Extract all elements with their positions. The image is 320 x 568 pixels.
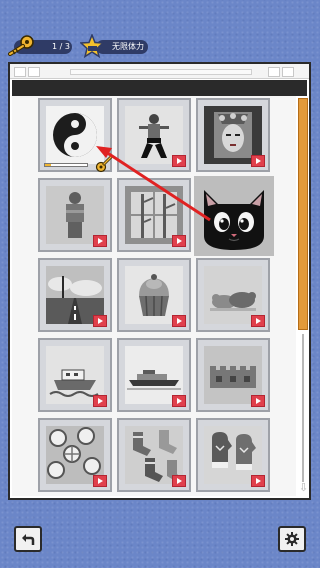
panel-header	[12, 80, 307, 96]
gear-icon	[285, 532, 299, 546]
progress-fill	[45, 164, 52, 166]
gallery-tile-bamboo[interactable]	[117, 178, 191, 252]
panel-titlebar	[10, 64, 309, 79]
play-video-icon	[251, 315, 265, 327]
stamina-label: 无限体力	[112, 42, 144, 51]
top-status-bar: 1 / 3 无限体力	[0, 32, 320, 58]
gallery-tile-opera-mask[interactable]	[196, 98, 270, 172]
key-icon	[8, 35, 34, 56]
gallery-tile-boat[interactable]	[38, 338, 112, 412]
star-icon	[80, 34, 104, 58]
gallery-tile-mittens[interactable]	[196, 418, 270, 492]
titlebar-box	[28, 67, 40, 77]
play-video-icon	[251, 395, 265, 407]
gallery-tile-ship[interactable]	[117, 338, 191, 412]
scrollbar[interactable]: ⇩	[298, 98, 309, 496]
titlebar-box	[14, 67, 26, 77]
key-icon	[95, 155, 113, 173]
play-video-icon	[93, 395, 107, 407]
gallery-tile-cupcake[interactable]	[117, 258, 191, 332]
cat-icon	[194, 176, 274, 256]
titlebar-line	[70, 69, 252, 75]
titlebar-box	[282, 67, 294, 77]
scroll-thumb[interactable]	[298, 98, 308, 330]
scroll-track[interactable]	[302, 334, 304, 482]
gallery-tile-yin-yang[interactable]	[38, 98, 113, 173]
gallery-tile-socks-pattern[interactable]	[117, 418, 191, 492]
play-video-icon	[172, 395, 186, 407]
back-button[interactable]	[14, 526, 42, 552]
play-video-icon	[93, 315, 107, 327]
tile-progress-bar	[44, 163, 88, 167]
gallery-tile-citrus-pattern[interactable]	[38, 418, 112, 492]
key-count-text: 1 / 3	[52, 42, 70, 51]
gallery-tile-sleeping-cats[interactable]	[196, 258, 270, 332]
gallery-tile-kung-fu-fighter[interactable]	[117, 98, 191, 172]
play-video-icon	[93, 235, 107, 247]
gallery-tile-terracotta-warrior[interactable]	[38, 178, 112, 252]
play-video-icon	[172, 475, 186, 487]
play-video-icon	[172, 235, 186, 247]
gallery-tile-great-wall[interactable]	[196, 338, 270, 412]
back-icon	[22, 534, 35, 545]
play-video-icon	[251, 475, 265, 487]
settings-button[interactable]	[278, 526, 306, 552]
play-video-icon	[93, 475, 107, 487]
titlebar-box	[268, 67, 280, 77]
play-video-icon	[172, 155, 186, 167]
play-video-icon	[251, 155, 265, 167]
scroll-down-icon[interactable]: ⇩	[298, 482, 309, 494]
play-video-icon	[172, 315, 186, 327]
gallery-tile-road[interactable]	[38, 258, 112, 332]
